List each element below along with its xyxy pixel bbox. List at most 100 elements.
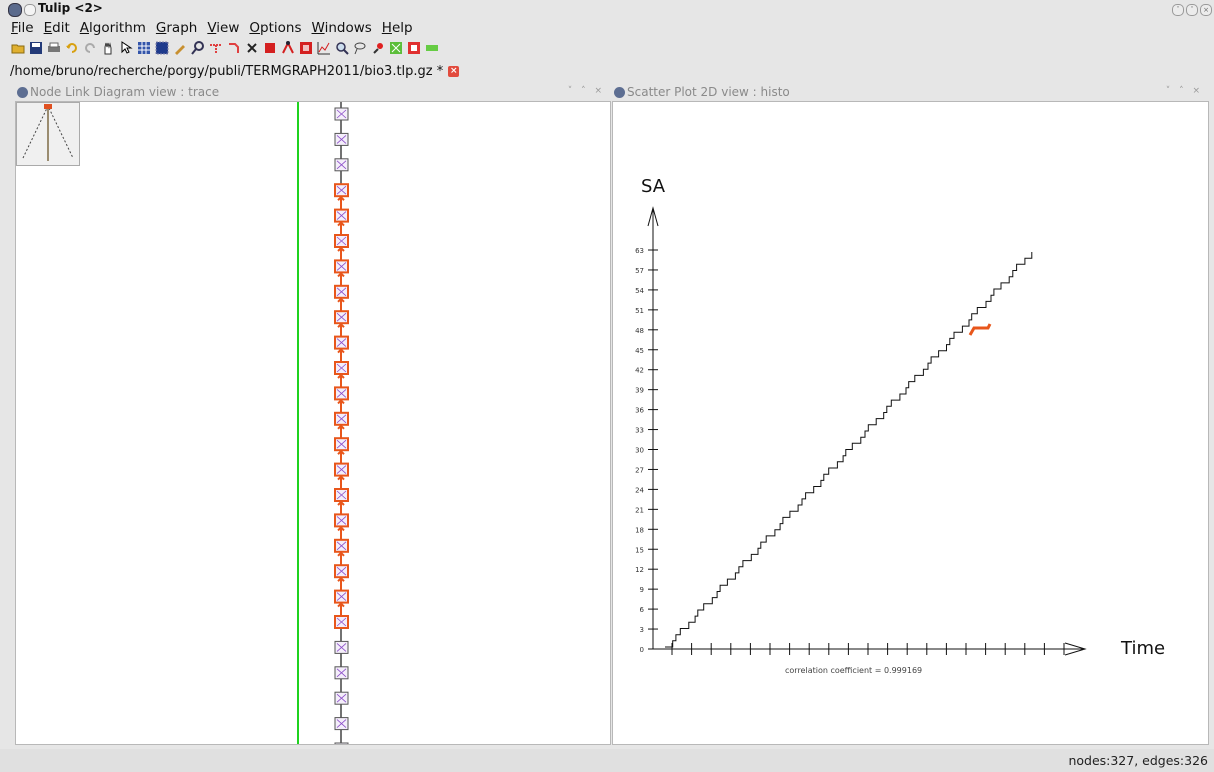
cube-icon[interactable] [262,41,277,56]
trace-edge-arrow [337,373,345,387]
select-rect-icon[interactable] [154,41,169,56]
minimize-button[interactable]: ˇ [1172,4,1184,16]
trace-edge-arrow [337,398,345,413]
y-tick-label: 51 [635,307,644,315]
title-bar: Tulip <2> ˇ ˆ × [0,0,1214,18]
trace-node [334,259,349,274]
redo-icon[interactable] [82,41,97,56]
right-panel-title: Scatter Plot 2D view : histo [627,85,790,99]
maximize-button[interactable]: ˆ [1186,4,1198,16]
status-text: nodes:327, edges:326 [1068,753,1208,768]
menu-bar: File Edit Algorithm Graph View Options W… [10,20,414,38]
menu-windows[interactable]: Windows [311,20,373,38]
right-panel-controls[interactable]: ˅ ˄ × [1166,86,1203,96]
red-target-icon[interactable] [406,41,421,56]
menu-view[interactable]: View [206,20,240,38]
y-tick-label: 0 [640,646,644,654]
y-tick-label: 21 [635,506,644,514]
undo-icon[interactable] [64,41,79,56]
pointer-icon[interactable] [118,41,133,56]
y-tick-label: 57 [635,267,644,275]
grid-icon[interactable] [136,41,151,56]
trace-node [334,666,349,680]
open-folder-icon[interactable] [10,41,25,56]
trace-edge-arrow [337,602,345,616]
trace-node [334,386,349,401]
menu-graph[interactable]: Graph [155,20,198,38]
window-menu-icon[interactable] [24,4,36,16]
y-tick-label: 18 [635,526,644,534]
y-tick-label: 54 [635,287,644,295]
print-icon[interactable] [46,41,61,56]
delete-icon[interactable] [244,41,259,56]
trace-graph[interactable] [16,102,610,744]
brush-icon[interactable] [172,41,187,56]
document-tab[interactable]: /home/bruno/recherche/porgy/publi/TERMGR… [10,61,460,81]
trace-edge-arrow [337,475,345,489]
trace-node [334,437,349,452]
trace-node [334,589,349,604]
trace-node [334,284,349,299]
trace-edge-arrow [337,322,345,337]
y-tick-label: 45 [635,347,644,355]
y-tick-label: 24 [635,486,644,494]
menu-algorithm[interactable]: Algorithm [79,20,147,38]
y-tick-label: 27 [635,466,644,474]
trace-edge-arrow [337,525,345,540]
chart-icon[interactable] [316,41,331,56]
y-tick-label: 36 [635,407,644,415]
selected-segment [968,323,992,336]
trace-edge-arrow [337,348,345,362]
trace-edge-arrow [337,246,345,260]
overview-thumbnail[interactable] [16,102,80,166]
trace-node [334,538,349,553]
lasso-icon[interactable] [352,41,367,56]
trace-node [334,717,349,731]
trace-edge-arrow [337,195,345,210]
scatter-plot[interactable]: SA Time 03691215182124273033363942454851… [613,102,1208,744]
y-axis-label: SA [641,176,666,197]
trace-node [334,107,349,121]
pin-icon[interactable] [370,41,385,56]
green-bar-icon[interactable] [424,41,439,56]
y-tick-label: 33 [635,427,644,435]
edge-select-icon[interactable] [208,41,223,56]
overview-map [22,104,74,161]
menu-file[interactable]: File [10,20,35,38]
y-tick-label: 15 [635,546,644,554]
red-square-icon[interactable] [298,41,313,56]
y-tick-label: 42 [635,367,644,375]
left-panel-controls[interactable]: ˅ ˄ × [568,86,605,96]
y-tick-label: 63 [635,247,644,255]
view-icon [17,87,28,98]
close-tab-icon[interactable]: × [448,65,460,77]
menu-help[interactable]: Help [381,20,414,38]
add-edge-icon[interactable] [280,41,295,56]
y-tick-label: 3 [640,626,644,634]
magnify-icon[interactable] [190,41,205,56]
trace-node [334,335,349,350]
node-link-diagram-panel[interactable] [15,101,611,745]
trace-node [334,208,349,223]
left-panel-header: Node Link Diagram view : trace ˅ ˄ × [15,85,609,100]
y-tick-label: 12 [635,566,644,574]
zoom-icon[interactable] [334,41,349,56]
trace-node [334,158,349,172]
trace-node [334,742,349,744]
menu-options[interactable]: Options [248,20,302,38]
green-graph-icon[interactable] [388,41,403,56]
menu-edit[interactable]: Edit [43,20,71,38]
trace-edge-arrow [337,500,345,514]
bend-icon[interactable] [226,41,241,56]
trace-node [334,132,349,146]
close-button[interactable]: × [1200,4,1212,16]
toolbar [10,39,439,57]
hand-icon[interactable] [100,41,115,56]
scatter-series [665,252,1033,648]
view-icon [614,87,625,98]
save-icon[interactable] [28,41,43,56]
trace-node [334,640,349,654]
y-tick-label: 48 [635,327,644,335]
scatter-plot-panel[interactable]: SA Time 0 3 6 9 12 15 18 21 24 27 30 33 36 39 42 45 48 51… [612,101,1209,745]
trace-node [334,183,349,198]
